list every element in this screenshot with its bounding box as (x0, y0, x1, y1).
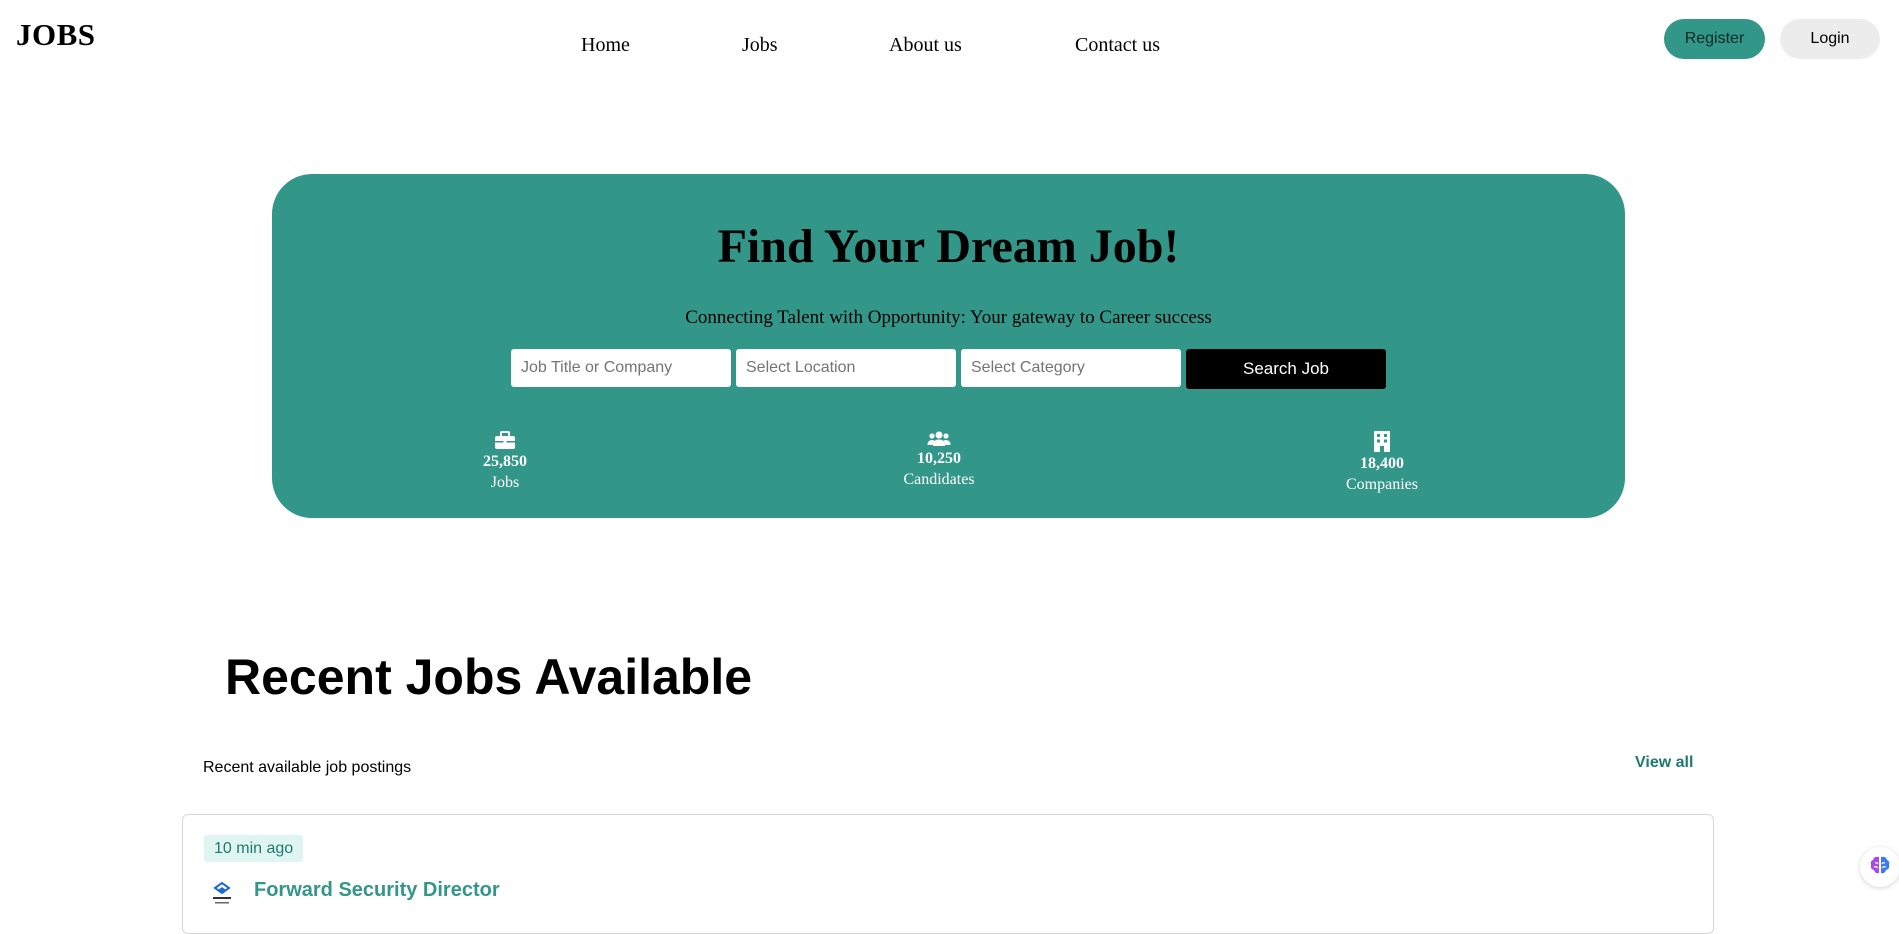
stat-candidates-label: Candidates (903, 471, 975, 488)
nav-home[interactable]: Home (581, 34, 630, 57)
job-title-link[interactable]: Forward Security Director (254, 879, 500, 902)
building-icon (1312, 431, 1452, 452)
register-button[interactable]: Register (1664, 19, 1765, 59)
brain-icon (1869, 855, 1891, 880)
assistant-button[interactable] (1860, 847, 1899, 887)
briefcase-icon (435, 431, 575, 450)
location-input[interactable] (736, 349, 956, 387)
stat-companies-value: 18,400 (1360, 455, 1404, 472)
stat-jobs-value: 25,850 (483, 453, 527, 470)
site-logo[interactable]: JOBS (16, 17, 96, 53)
hero-banner: Find Your Dream Job! Connecting Talent w… (272, 174, 1625, 518)
category-input[interactable] (961, 349, 1181, 387)
login-button[interactable]: Login (1780, 19, 1880, 59)
company-logo-icon (209, 881, 235, 907)
stat-candidates-value: 10,250 (917, 450, 961, 467)
view-all-link[interactable]: View all (1635, 754, 1693, 772)
users-icon (869, 431, 1009, 447)
job-card[interactable]: 10 min ago Forward Security Director (182, 814, 1714, 934)
recent-jobs-title: Recent Jobs Available (225, 649, 753, 705)
recent-jobs-subtitle: Recent available job postings (203, 759, 412, 776)
search-job-button[interactable]: Search Job (1186, 349, 1386, 389)
stat-companies: 18,400 Companies (1312, 431, 1452, 494)
stat-jobs-label: Jobs (490, 474, 520, 491)
stat-jobs: 25,850 Jobs (435, 431, 575, 492)
nav-jobs[interactable]: Jobs (742, 34, 778, 57)
stat-candidates: 10,250 Candidates (869, 431, 1009, 489)
job-title-input[interactable] (511, 349, 731, 387)
nav-contact-us[interactable]: Contact us (1075, 34, 1160, 57)
hero-title: Find Your Dream Job! (717, 220, 1180, 273)
stat-companies-label: Companies (1346, 476, 1418, 493)
job-time-badge: 10 min ago (204, 835, 304, 862)
nav-about-us[interactable]: About us (889, 34, 962, 57)
hero-subtitle: Connecting Talent with Opportunity: Your… (685, 307, 1212, 328)
